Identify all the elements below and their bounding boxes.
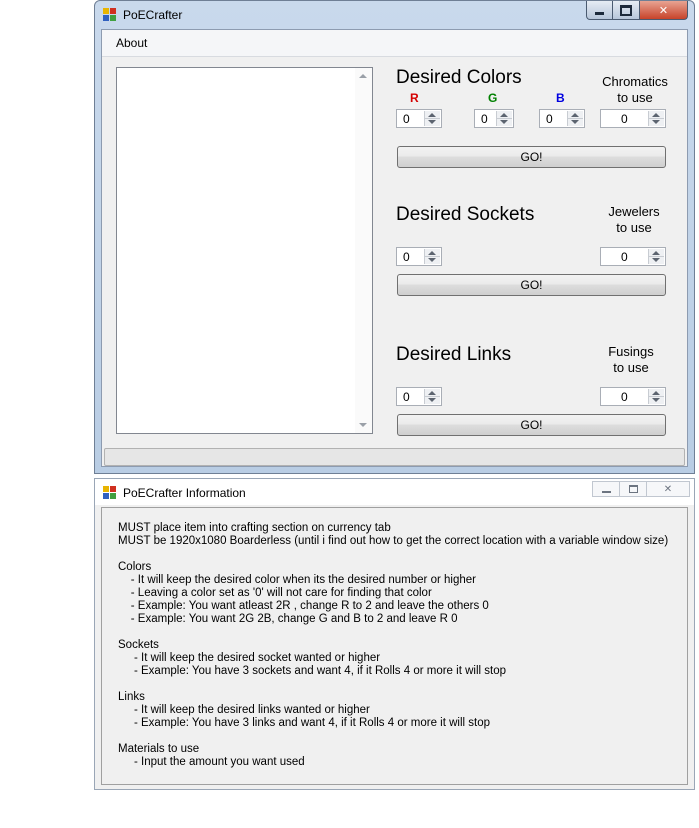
info-line: - It will keep the desired socket wanted… xyxy=(118,652,381,664)
info-window: PoECrafter Information ✕ MUST place item… xyxy=(94,478,695,790)
info-line: - Example: You have 3 sockets and want 4… xyxy=(118,665,506,677)
info-line: Links xyxy=(118,691,145,703)
spin-up-icon xyxy=(428,391,436,395)
maximize-icon xyxy=(620,4,632,16)
chromatics-label: Chromatics to use xyxy=(602,74,668,105)
menu-about[interactable]: About xyxy=(116,36,147,50)
info-line xyxy=(118,626,668,639)
jewelers-count-spinner[interactable]: 0 xyxy=(600,247,666,266)
info-line xyxy=(118,548,668,561)
info-line: - Example: You have 3 links and want 4, … xyxy=(118,717,491,729)
spin-up-icon xyxy=(500,113,508,117)
scroll-down-icon[interactable] xyxy=(359,423,367,427)
info-line: - It will keep the desired links wanted … xyxy=(118,704,370,716)
spin-down-icon xyxy=(428,258,436,262)
green-count-spinner[interactable]: 0 xyxy=(474,109,514,128)
info-line: Colors xyxy=(118,561,152,573)
main-client-area: About Desired Colors Chromatics to use R… xyxy=(101,29,688,467)
spin-down-icon xyxy=(652,120,660,124)
minimize-icon xyxy=(601,490,611,493)
links-count-spinner[interactable]: 0 xyxy=(396,387,442,406)
close-icon: ✕ xyxy=(658,3,669,17)
info-line: MUST place item into crafting section on… xyxy=(118,522,391,534)
blue-count-spinner[interactable]: 0 xyxy=(539,109,585,128)
close-button[interactable]: ✕ xyxy=(640,1,688,20)
green-label: G xyxy=(488,91,498,105)
spin-up-icon xyxy=(652,251,660,255)
spin-down-icon xyxy=(571,120,579,124)
info-line: - Example: You want atleast 2R , change … xyxy=(118,600,489,612)
app-icon xyxy=(103,8,117,22)
menu-bar: About xyxy=(102,30,687,57)
info-line: Sockets xyxy=(118,639,159,651)
window-title: PoECrafter xyxy=(123,8,183,22)
red-count-spinner[interactable]: 0 xyxy=(396,109,442,128)
info-minimize-button[interactable] xyxy=(592,481,620,497)
info-line xyxy=(118,678,668,691)
info-line: - It will keep the desired color when it… xyxy=(118,574,476,586)
minimize-button[interactable] xyxy=(586,1,613,20)
desired-links-heading: Desired Links xyxy=(396,344,512,365)
spin-down-icon xyxy=(652,398,660,402)
spin-up-icon xyxy=(428,251,436,255)
listbox-scrollbar[interactable] xyxy=(355,68,372,433)
maximize-button[interactable] xyxy=(613,1,640,20)
close-icon: ✕ xyxy=(663,483,673,495)
scroll-up-icon[interactable] xyxy=(359,74,367,78)
spin-up-icon xyxy=(652,391,660,395)
sockets-count-spinner[interactable]: 0 xyxy=(396,247,442,266)
red-label: R xyxy=(410,91,419,105)
minimize-icon xyxy=(595,11,604,15)
info-line xyxy=(118,730,668,743)
sockets-go-button[interactable]: GO! xyxy=(397,274,666,296)
desired-colors-heading: Desired Colors xyxy=(396,67,522,88)
info-line: - Input the amount you want used xyxy=(118,756,305,768)
spin-up-icon xyxy=(652,113,660,117)
maximize-icon xyxy=(628,485,638,493)
chromatics-count-spinner[interactable]: 0 xyxy=(600,109,666,128)
title-bar[interactable]: PoECrafter ✕ xyxy=(95,1,694,29)
info-text-block: MUST place item into crafting section on… xyxy=(118,522,668,769)
info-client-area: MUST place item into crafting section on… xyxy=(101,507,688,785)
fusings-count-spinner[interactable]: 0 xyxy=(600,387,666,406)
info-maximize-button[interactable] xyxy=(619,481,647,497)
jewelers-label: Jewelers to use xyxy=(608,204,660,235)
spin-down-icon xyxy=(428,398,436,402)
colors-go-button[interactable]: GO! xyxy=(397,146,666,168)
item-listbox[interactable] xyxy=(116,67,373,434)
info-line: Materials to use xyxy=(118,743,200,755)
desired-sockets-heading: Desired Sockets xyxy=(396,204,535,225)
info-line: - Leaving a color set as '0' will not ca… xyxy=(118,587,432,599)
fusings-label: Fusings to use xyxy=(608,344,654,375)
spin-up-icon xyxy=(428,113,436,117)
app-icon xyxy=(103,486,117,500)
info-title-bar[interactable]: PoECrafter Information ✕ xyxy=(95,479,694,505)
info-line: - Example: You want 2G 2B, change G and … xyxy=(118,613,458,625)
info-close-button[interactable]: ✕ xyxy=(646,481,690,497)
info-window-title: PoECrafter Information xyxy=(123,486,246,500)
main-window: PoECrafter ✕ About Desired Colors Chroma… xyxy=(94,0,695,474)
spin-down-icon xyxy=(500,120,508,124)
spin-up-icon xyxy=(571,113,579,117)
info-line: MUST be 1920x1080 Boarderless (until i f… xyxy=(118,535,669,547)
spin-down-icon xyxy=(428,120,436,124)
links-go-button[interactable]: GO! xyxy=(397,414,666,436)
status-progress-bar xyxy=(104,448,685,466)
blue-label: B xyxy=(556,91,565,105)
spin-down-icon xyxy=(652,258,660,262)
